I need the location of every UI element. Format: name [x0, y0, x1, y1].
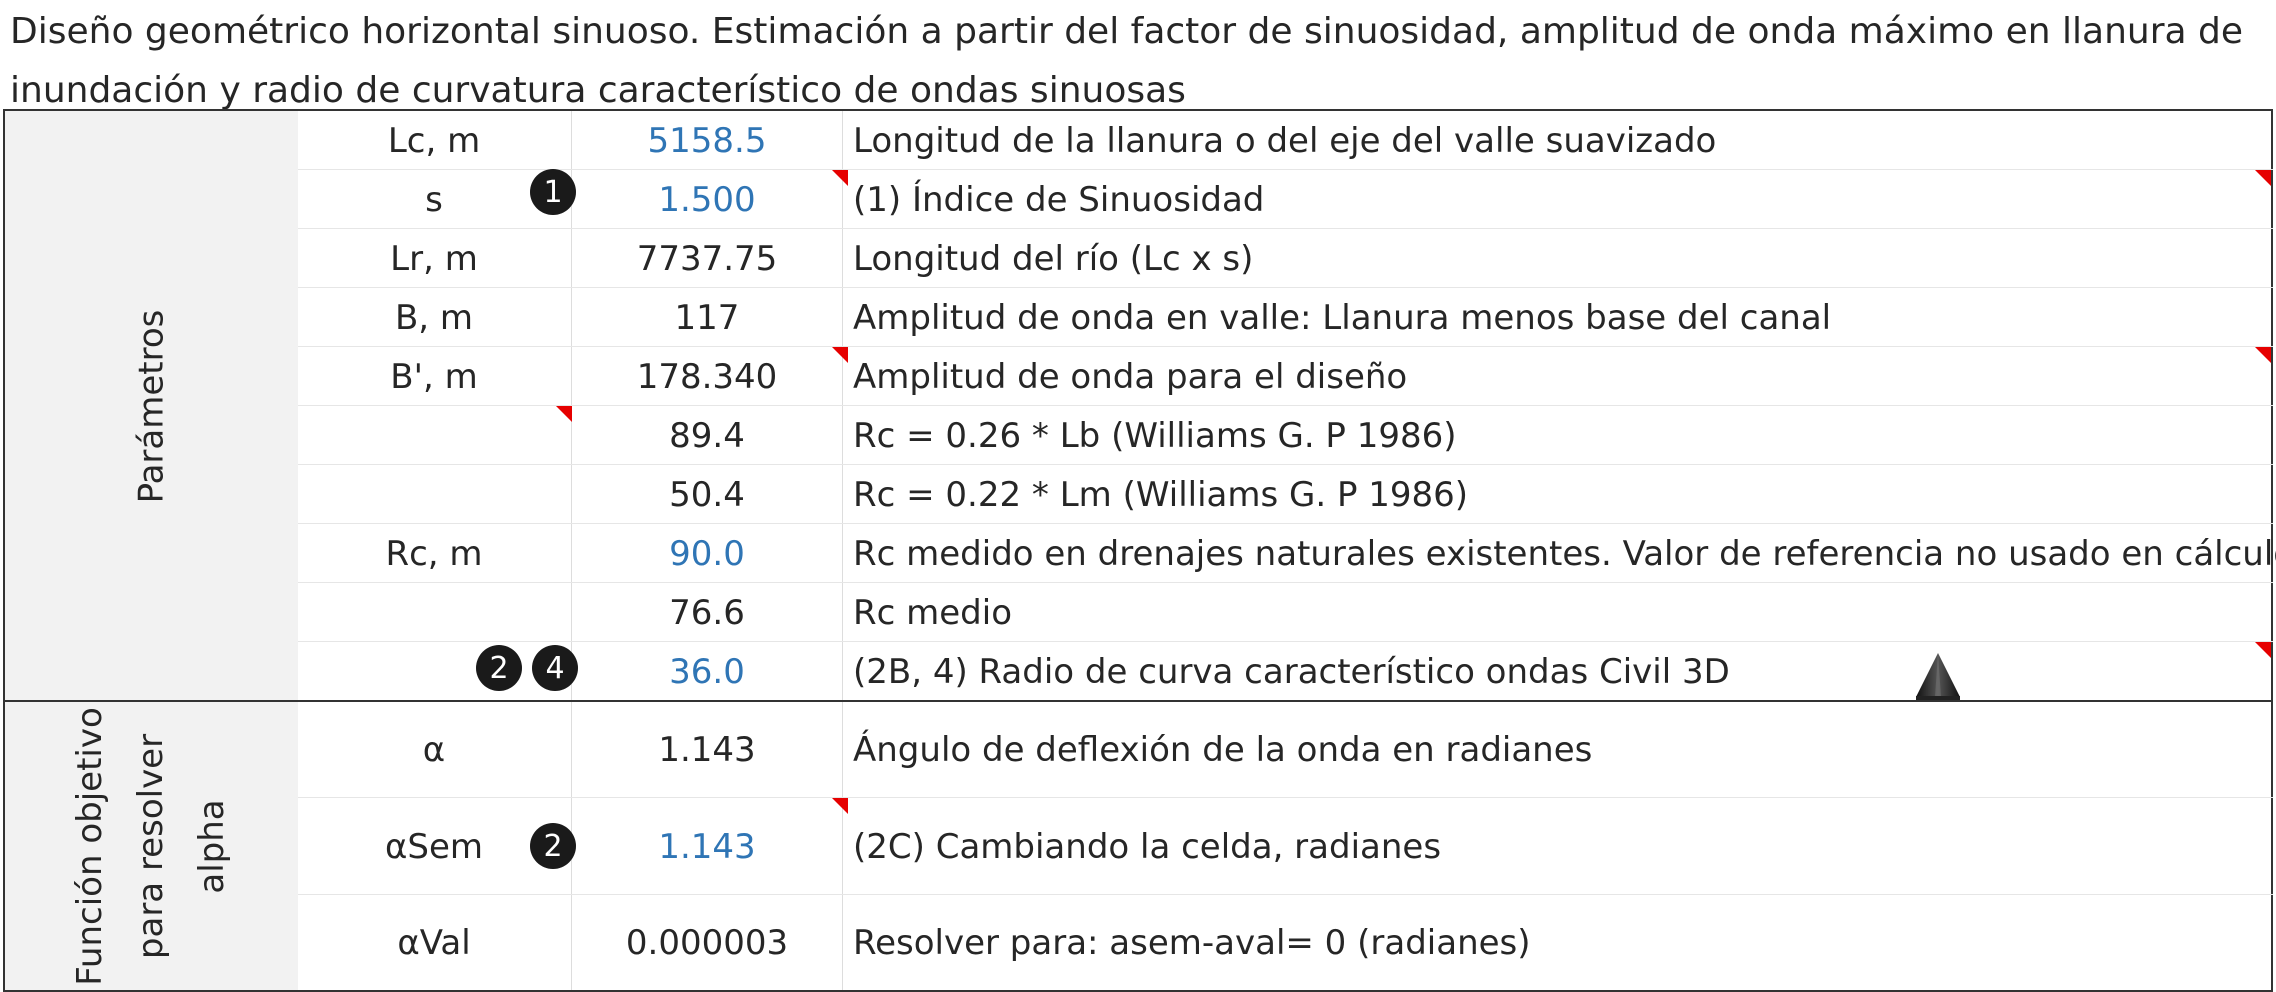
table-row: 89.4 Rc = 0.26 * Lb (Williams G. P 1986)	[298, 406, 2273, 465]
param-value: 76.6	[571, 583, 843, 642]
param-name: B, m	[394, 297, 474, 338]
param-name: Rc, m	[385, 533, 483, 574]
table-row: s 1.500 (1) Índice de Sinuosidad	[298, 170, 2273, 229]
param-description: Resolver para: asem-aval= 0 (radianes)	[853, 922, 1531, 963]
param-name: Lc, m	[387, 120, 481, 161]
param-name	[298, 642, 570, 701]
table-row: 36.0 (2B, 4) Radio de curva característi…	[298, 642, 2273, 701]
section-label-wrap: Función objetivo para resolver alpha	[5, 702, 298, 990]
section-label-funcion-objetivo: Función objetivo para resolver alpha	[60, 707, 243, 986]
param-value[interactable]: 1.143	[571, 798, 843, 895]
badge-4: 4	[532, 645, 578, 691]
comment-indicator	[556, 406, 572, 422]
param-value: 0.000003	[571, 895, 843, 990]
badge-1: 1	[530, 169, 576, 215]
badge-2: 2	[476, 645, 522, 691]
param-name: B', m	[390, 356, 478, 397]
civil3d-cone-icon	[1916, 653, 1960, 700]
objective-function-section: Función objetivo para resolver alpha α 1…	[3, 700, 2273, 992]
table-row: B', m 178.340 Amplitud de onda para el d…	[298, 347, 2273, 406]
param-value[interactable]: 1.500	[571, 170, 843, 229]
section-label-wrap: Parámetros	[5, 111, 298, 701]
badge-2: 2	[530, 823, 576, 869]
param-value: 7737.75	[571, 229, 843, 288]
comment-indicator	[832, 347, 848, 363]
param-description: Rc = 0.22 * Lm (Williams G. P 1986)	[853, 474, 1469, 515]
param-name: αVal	[397, 922, 471, 963]
table-row: Lc, m 5158.5 Longitud de la llanura o de…	[298, 111, 2273, 170]
param-description: Longitud de la llanura o del eje del val…	[853, 120, 1717, 161]
param-name: α	[422, 730, 446, 770]
comment-indicator	[2255, 170, 2271, 186]
param-description: (1) Índice de Sinuosidad	[853, 179, 1265, 220]
param-value[interactable]: 5158.5	[571, 111, 843, 170]
section-label-line: alpha	[191, 798, 232, 894]
param-value: 50.4	[571, 465, 843, 524]
param-description: Rc medio	[853, 592, 1012, 633]
param-name	[298, 406, 570, 465]
section-label-line: Función objetivo	[69, 706, 110, 986]
param-value: 89.4	[571, 406, 843, 465]
param-value: 178.340	[571, 347, 843, 406]
table-row: α 1.143 Ángulo de deflexión de la onda e…	[298, 702, 2273, 798]
comment-indicator	[832, 798, 848, 814]
table-row: 50.4 Rc = 0.22 * Lm (Williams G. P 1986)	[298, 465, 2273, 524]
param-description: Rc = 0.26 * Lb (Williams G. P 1986)	[853, 415, 1457, 456]
param-value: 117	[571, 288, 843, 347]
param-value[interactable]: 90.0	[571, 524, 843, 583]
param-description: Amplitud de onda para el diseño	[853, 356, 1408, 397]
param-value: 1.143	[571, 702, 843, 798]
comment-indicator	[2255, 347, 2271, 363]
param-name	[298, 465, 570, 524]
param-description: Longitud del río (Lc x s)	[853, 238, 1254, 279]
section-label-line: para resolver	[130, 733, 171, 959]
param-description: Ángulo de deflexión de la onda en radian…	[853, 730, 1593, 770]
comment-indicator	[2255, 642, 2271, 658]
table-row: 76.6 Rc medio	[298, 583, 2273, 642]
parameters-section: Parámetros Lc, m 5158.5 Longitud de la l…	[3, 109, 2276, 703]
param-description: Amplitud de onda en valle: Llanura menos…	[853, 297, 1832, 338]
param-name: s	[425, 179, 443, 220]
param-value[interactable]: 36.0	[571, 642, 843, 701]
param-name: Lr, m	[390, 238, 478, 279]
param-name	[298, 583, 570, 642]
param-description: (2B, 4) Radio de curva característico on…	[853, 651, 1730, 692]
table-row: αSem 1.143 (2C) Cambiando la celda, radi…	[298, 798, 2273, 895]
section-label-parametros: Parámetros	[131, 309, 171, 503]
table-row: B, m 117 Amplitud de onda en valle: Llan…	[298, 288, 2273, 347]
param-description: (2C) Cambiando la celda, radianes	[853, 826, 1442, 867]
comment-indicator	[832, 170, 848, 186]
table-row: Rc, m 90.0 Rc medido en drenajes natural…	[298, 524, 2276, 583]
page-title: Diseño geométrico horizontal sinuoso. Es…	[10, 11, 2244, 111]
param-description: Rc medido en drenajes naturales existent…	[853, 533, 2276, 574]
table-row: αVal 0.000003 Resolver para: asem-aval= …	[298, 895, 2273, 990]
table-row: Lr, m 7737.75 Longitud del río (Lc x s)	[298, 229, 2273, 288]
